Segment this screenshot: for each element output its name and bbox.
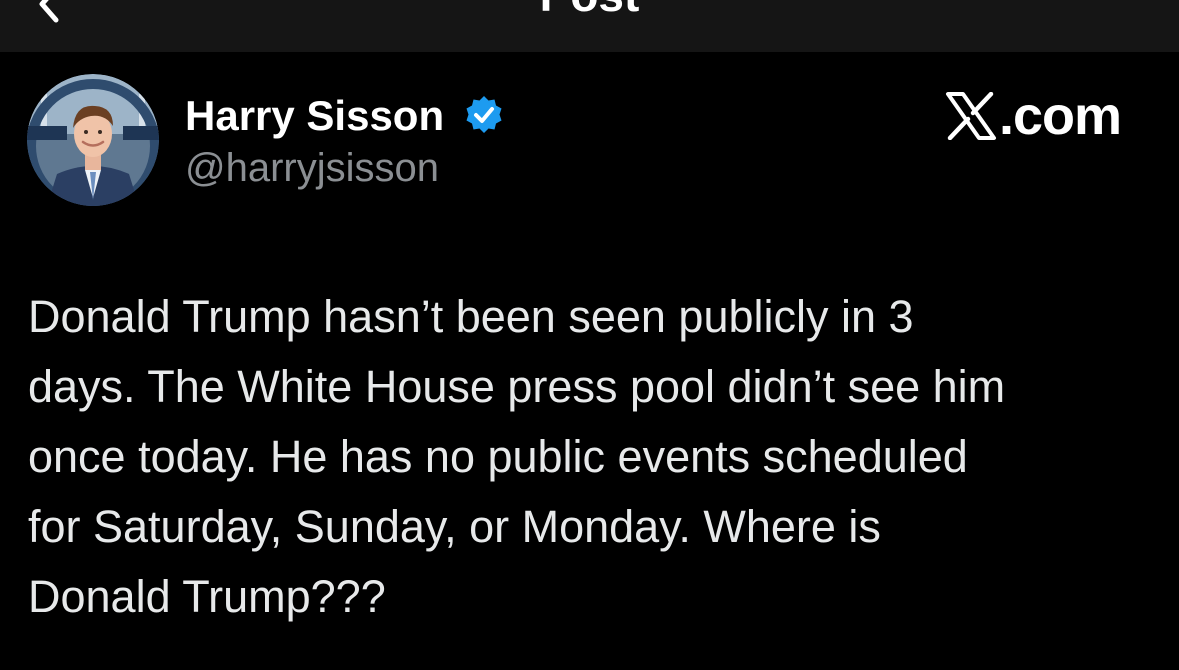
author-handle[interactable]: @harryjsisson — [185, 144, 439, 192]
tweet-line: for Saturday, Sunday, or Monday. Where i… — [28, 501, 881, 552]
tweet-line: once today. He has no public events sche… — [28, 431, 968, 482]
author-display-name[interactable]: Harry Sisson — [185, 92, 444, 140]
verified-badge-icon — [466, 96, 502, 133]
x-logo-icon — [945, 92, 996, 140]
brand-watermark: .com — [945, 86, 1122, 146]
page-title: Post — [0, 0, 1179, 20]
tweet-line: Donald Trump hasn’t been seen publicly i… — [28, 291, 914, 342]
avatar-photo — [27, 74, 159, 206]
post-screen: Post — [0, 0, 1179, 670]
tweet-line: days. The White House press pool didn’t … — [28, 361, 1006, 412]
tweet-line: Donald Trump??? — [28, 571, 386, 622]
brand-domain-text: .com — [998, 86, 1122, 146]
avatar[interactable] — [27, 74, 159, 206]
tweet-body: Donald Trump hasn’t been seen publicly i… — [28, 282, 1158, 632]
top-navigation-bar: Post — [0, 0, 1179, 52]
